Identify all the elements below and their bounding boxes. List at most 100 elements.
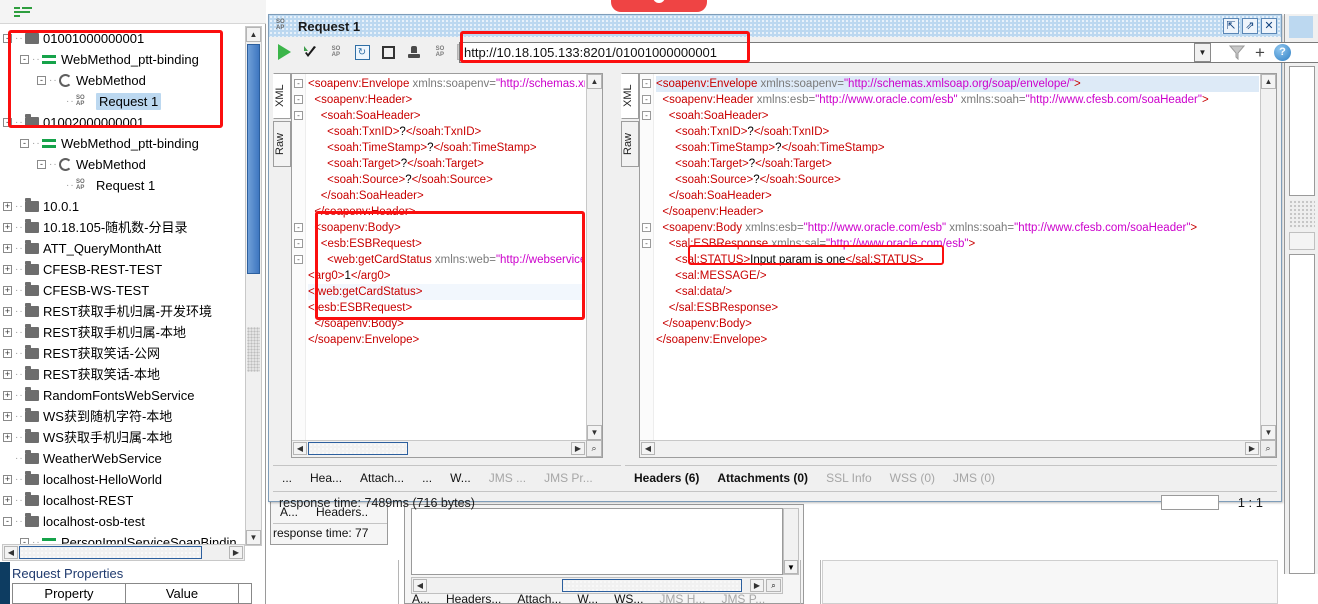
tree-node-01002000000001[interactable]: - ·· 01002000000001 [3,111,244,132]
stop-button[interactable] [377,41,399,63]
response-editor-vscrollbar[interactable]: ▲ ▼ [1260,74,1276,440]
request-properties-table[interactable]: Property Value [12,583,252,604]
request-editor-tabs[interactable]: XML Raw [273,73,291,173]
expand-icon[interactable]: + [3,412,12,422]
tree-node-webmethod_ptt-binding[interactable]: - ·· WebMethod_ptt-binding [3,132,244,153]
tree-node-localhost-rest[interactable]: + ·· localhost-REST [3,489,244,510]
expand-icon[interactable]: + [3,475,12,485]
collapse-icon[interactable]: - [3,517,12,527]
close-button[interactable]: ✕ [1261,18,1277,34]
request-editor-hscrollbar[interactable]: ◀ ▶ [292,440,586,457]
collapse-icon[interactable]: - [3,118,12,128]
filter-icon[interactable] [1228,45,1246,61]
collapse-icon[interactable]: - [20,55,29,65]
bg-scroll-left[interactable]: ◀ [413,579,427,592]
tree-node-randomfontswebservice[interactable]: + ·· RandomFontsWebService [3,384,244,405]
maximize-button[interactable]: ⇗ [1242,18,1258,34]
tab-jms-pr[interactable]: JMS Pr... [544,471,593,485]
tree-node-webmethod[interactable]: - ·· WebMethod [3,69,244,90]
tree-node-rest获取手机归属-开发环境[interactable]: + ·· REST获取手机归属-开发环境 [3,300,244,321]
auth-profile-button[interactable] [403,41,425,63]
tree-node-ws获到随机字符-本地[interactable]: + ·· WS获到随机字符-本地 [3,405,244,426]
request-fold-gutter[interactable]: - - - - - - [292,74,306,457]
endpoint-field-wrapper[interactable] [459,42,1318,63]
tab-ws[interactable]: WS... [614,592,643,604]
tab-w[interactable]: W... [577,592,598,604]
collapse-icon[interactable]: - [37,76,46,86]
hamburger-menu-icon[interactable] [14,7,32,18]
tab-[interactable]: ... [282,471,292,485]
collapse-icon[interactable]: - [37,160,46,170]
expand-icon[interactable]: + [3,433,12,443]
expand-icon[interactable]: + [3,391,12,401]
fold-toggle-icon[interactable]: - [294,79,303,88]
tree-vertical-scrollbar[interactable]: ▲ ▼ [245,26,262,546]
tree-node-10.0.1[interactable]: + ·· 10.0.1 [3,195,244,216]
bg-zoom-icon[interactable]: ⌕ [766,579,781,592]
resp-scroll-left[interactable]: ◀ [641,442,655,455]
tree-node-10.18.105-随机数-分目录[interactable]: + ·· 10.18.105-随机数-分目录 [3,216,244,237]
fold-toggle-icon[interactable]: - [642,111,651,120]
fold-toggle-icon[interactable]: - [642,239,651,248]
soap-ui-button[interactable]: SO AP [429,41,451,63]
tab-wss-0[interactable]: WSS (0) [890,471,935,485]
expand-icon[interactable]: + [3,286,12,296]
expand-icon[interactable]: + [3,370,12,380]
request-window-titlebar[interactable]: SO AP Request 1 ⇱ ⇗ ✕ [269,15,1281,37]
scroll-up-button[interactable]: ▲ [246,27,261,42]
scroll-thumb[interactable] [247,44,260,274]
collapse-icon[interactable]: - [20,139,29,149]
tree-node-request-1[interactable]: ·· SO AP Request 1 [3,90,244,111]
tree-horizontal-scrollbar[interactable]: ◀ ▶ [2,544,245,561]
scroll-right-button[interactable]: ▶ [229,546,243,559]
fold-toggle-icon[interactable]: - [294,95,303,104]
tab-attach[interactable]: Attach... [517,592,561,604]
expand-icon[interactable]: + [3,307,12,317]
fold-toggle-icon[interactable]: - [642,79,651,88]
tab-a[interactable]: A... [412,592,430,604]
tab-raw[interactable]: Raw [273,121,291,167]
fold-toggle-icon[interactable]: - [642,95,651,104]
request-xml-content[interactable]: <soapenv:Envelope xmlns:soapenv="http://… [308,76,585,439]
bg-vertical-scrollbar[interactable]: ▼ [783,508,799,575]
request-editor-vscrollbar[interactable]: ▲ ▼ [586,74,602,440]
expand-icon[interactable]: + [3,349,12,359]
tree-node-weatherwebservice[interactable]: ·· WeatherWebService [3,447,244,468]
tree-node-rest获取笑话-公网[interactable]: + ·· REST获取笑话-公网 [3,342,244,363]
tab-[interactable]: ... [422,471,432,485]
tree-node-rest获取手机归属-本地[interactable]: + ·· REST获取手机归属-本地 [3,321,244,342]
tree-node-att_querymonthatt[interactable]: + ·· ATT_QueryMonthAtt [3,237,244,258]
bg-scroll-right[interactable]: ▶ [750,579,764,592]
endpoint-input[interactable] [459,42,1318,63]
expand-icon[interactable]: + [3,244,12,254]
expand-icon[interactable]: + [3,328,12,338]
tree-node-webmethod[interactable]: - ·· WebMethod [3,153,244,174]
recreate-request-button[interactable]: ↻ [351,41,373,63]
request-editor-zoom-icon[interactable]: ⌕ [586,440,602,457]
resp-scroll-down[interactable]: ▼ [1261,425,1276,440]
endpoint-dropdown-button[interactable]: ▼ [1194,43,1211,62]
response-bottom-tabs[interactable]: Headers (6) Attachments (0) SSL Info WSS (0… [625,465,1277,489]
request-editor-area[interactable]: - - - - - - <soapenv:Envelope xmlns:soapenv="… [291,73,603,458]
request-bottom-tabs[interactable]: ... Hea... Attach...... W... JMS ... JMS Pr..… [273,465,621,489]
restore-down-button[interactable]: ⇱ [1223,18,1239,34]
tab-attachments-0[interactable]: Attachments (0) [717,471,808,485]
scroll-track[interactable] [247,327,260,372]
tab-raw-response[interactable]: Raw [621,121,639,167]
tree-node-01001000000001[interactable]: - ·· 01001000000001 [3,27,244,48]
fold-toggle-icon[interactable]: - [642,223,651,232]
fold-toggle-icon[interactable]: - [294,111,303,120]
tree-node-localhost-helloworld[interactable]: + ·· localhost-HelloWorld [3,468,244,489]
response-editor-tabs[interactable]: XML Raw [621,73,639,173]
tab-xml[interactable]: XML [273,73,291,119]
plus-icon[interactable]: + [1255,44,1265,61]
scroll-left-button[interactable]: ◀ [4,546,18,559]
tree-node-webmethod_ptt-binding[interactable]: - ·· WebMethod_ptt-binding [3,48,244,69]
fold-toggle-icon[interactable]: - [294,255,303,264]
tab-headers[interactable]: Headers... [446,592,501,604]
tab-jms[interactable]: JMS ... [489,471,526,485]
fold-toggle-icon[interactable]: - [294,239,303,248]
tab-headers-6[interactable]: Headers (6) [634,471,699,485]
bg-scroll-thumb[interactable] [562,579,742,592]
submit-request-button[interactable] [273,41,295,63]
